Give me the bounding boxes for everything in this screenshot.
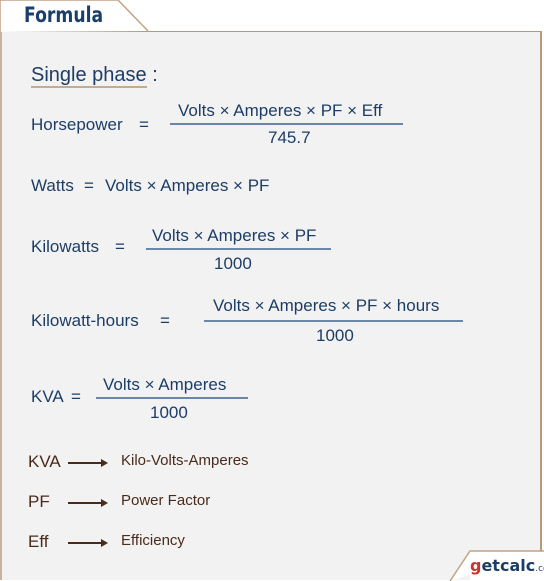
legend-term: Eff xyxy=(28,532,49,551)
equals-sign: = xyxy=(71,387,81,406)
formula-denominator: 1000 xyxy=(316,326,354,345)
legend-definition: Power Factor xyxy=(121,492,211,509)
formula-numerator: Volts × Amperes × PF × Eff xyxy=(178,101,383,120)
fraction-bar xyxy=(96,397,248,399)
fraction-bar xyxy=(204,320,463,322)
page-title: Formula xyxy=(24,3,104,27)
fraction-bar xyxy=(146,248,331,250)
arrow-right-icon xyxy=(68,459,108,466)
formula-numerator: Volts × Amperes × PF × hours xyxy=(213,296,440,315)
legend-definition: Efficiency xyxy=(121,532,185,549)
legend-term: PF xyxy=(28,492,50,511)
arrow-right-icon xyxy=(68,539,108,546)
formula-denominator: 1000 xyxy=(214,254,252,273)
formula-denominator: 745.7 xyxy=(268,128,311,147)
formula-lhs: Kilowatt-hours xyxy=(31,311,139,330)
formula-lhs: Kilowatts xyxy=(31,237,100,256)
legend-definition: Kilo-Volts-Amperes xyxy=(121,452,249,469)
logo-g: g xyxy=(470,556,482,575)
section-heading-colon: : xyxy=(152,64,158,86)
section-heading: Single phase : xyxy=(31,64,158,88)
formula-lhs: KVA xyxy=(31,387,64,406)
equals-sign: = xyxy=(84,176,94,195)
formula-numerator: Volts × Amperes × PF xyxy=(152,226,317,245)
equals-sign: = xyxy=(160,311,170,330)
logo-brand: etcalc xyxy=(481,556,536,575)
formula-tab: Formula xyxy=(0,0,149,32)
formula-expression: Volts × Amperes × PF xyxy=(105,176,270,195)
arrow-right-icon xyxy=(68,499,108,506)
formula-numerator: Volts × Amperes xyxy=(103,375,227,394)
fraction-bar xyxy=(170,123,403,125)
formula-denominator: 1000 xyxy=(150,403,188,422)
legend-term: KVA xyxy=(28,452,61,471)
getcalc-logo[interactable]: getcalc.com xyxy=(470,556,544,575)
equals-sign: = xyxy=(139,115,149,134)
formula-lhs: Watts xyxy=(31,176,74,195)
formula-lhs: Horsepower xyxy=(31,115,123,134)
equals-sign: = xyxy=(115,237,125,256)
logo-tld: .com xyxy=(535,564,544,574)
section-heading-text: Single phase xyxy=(31,64,147,88)
